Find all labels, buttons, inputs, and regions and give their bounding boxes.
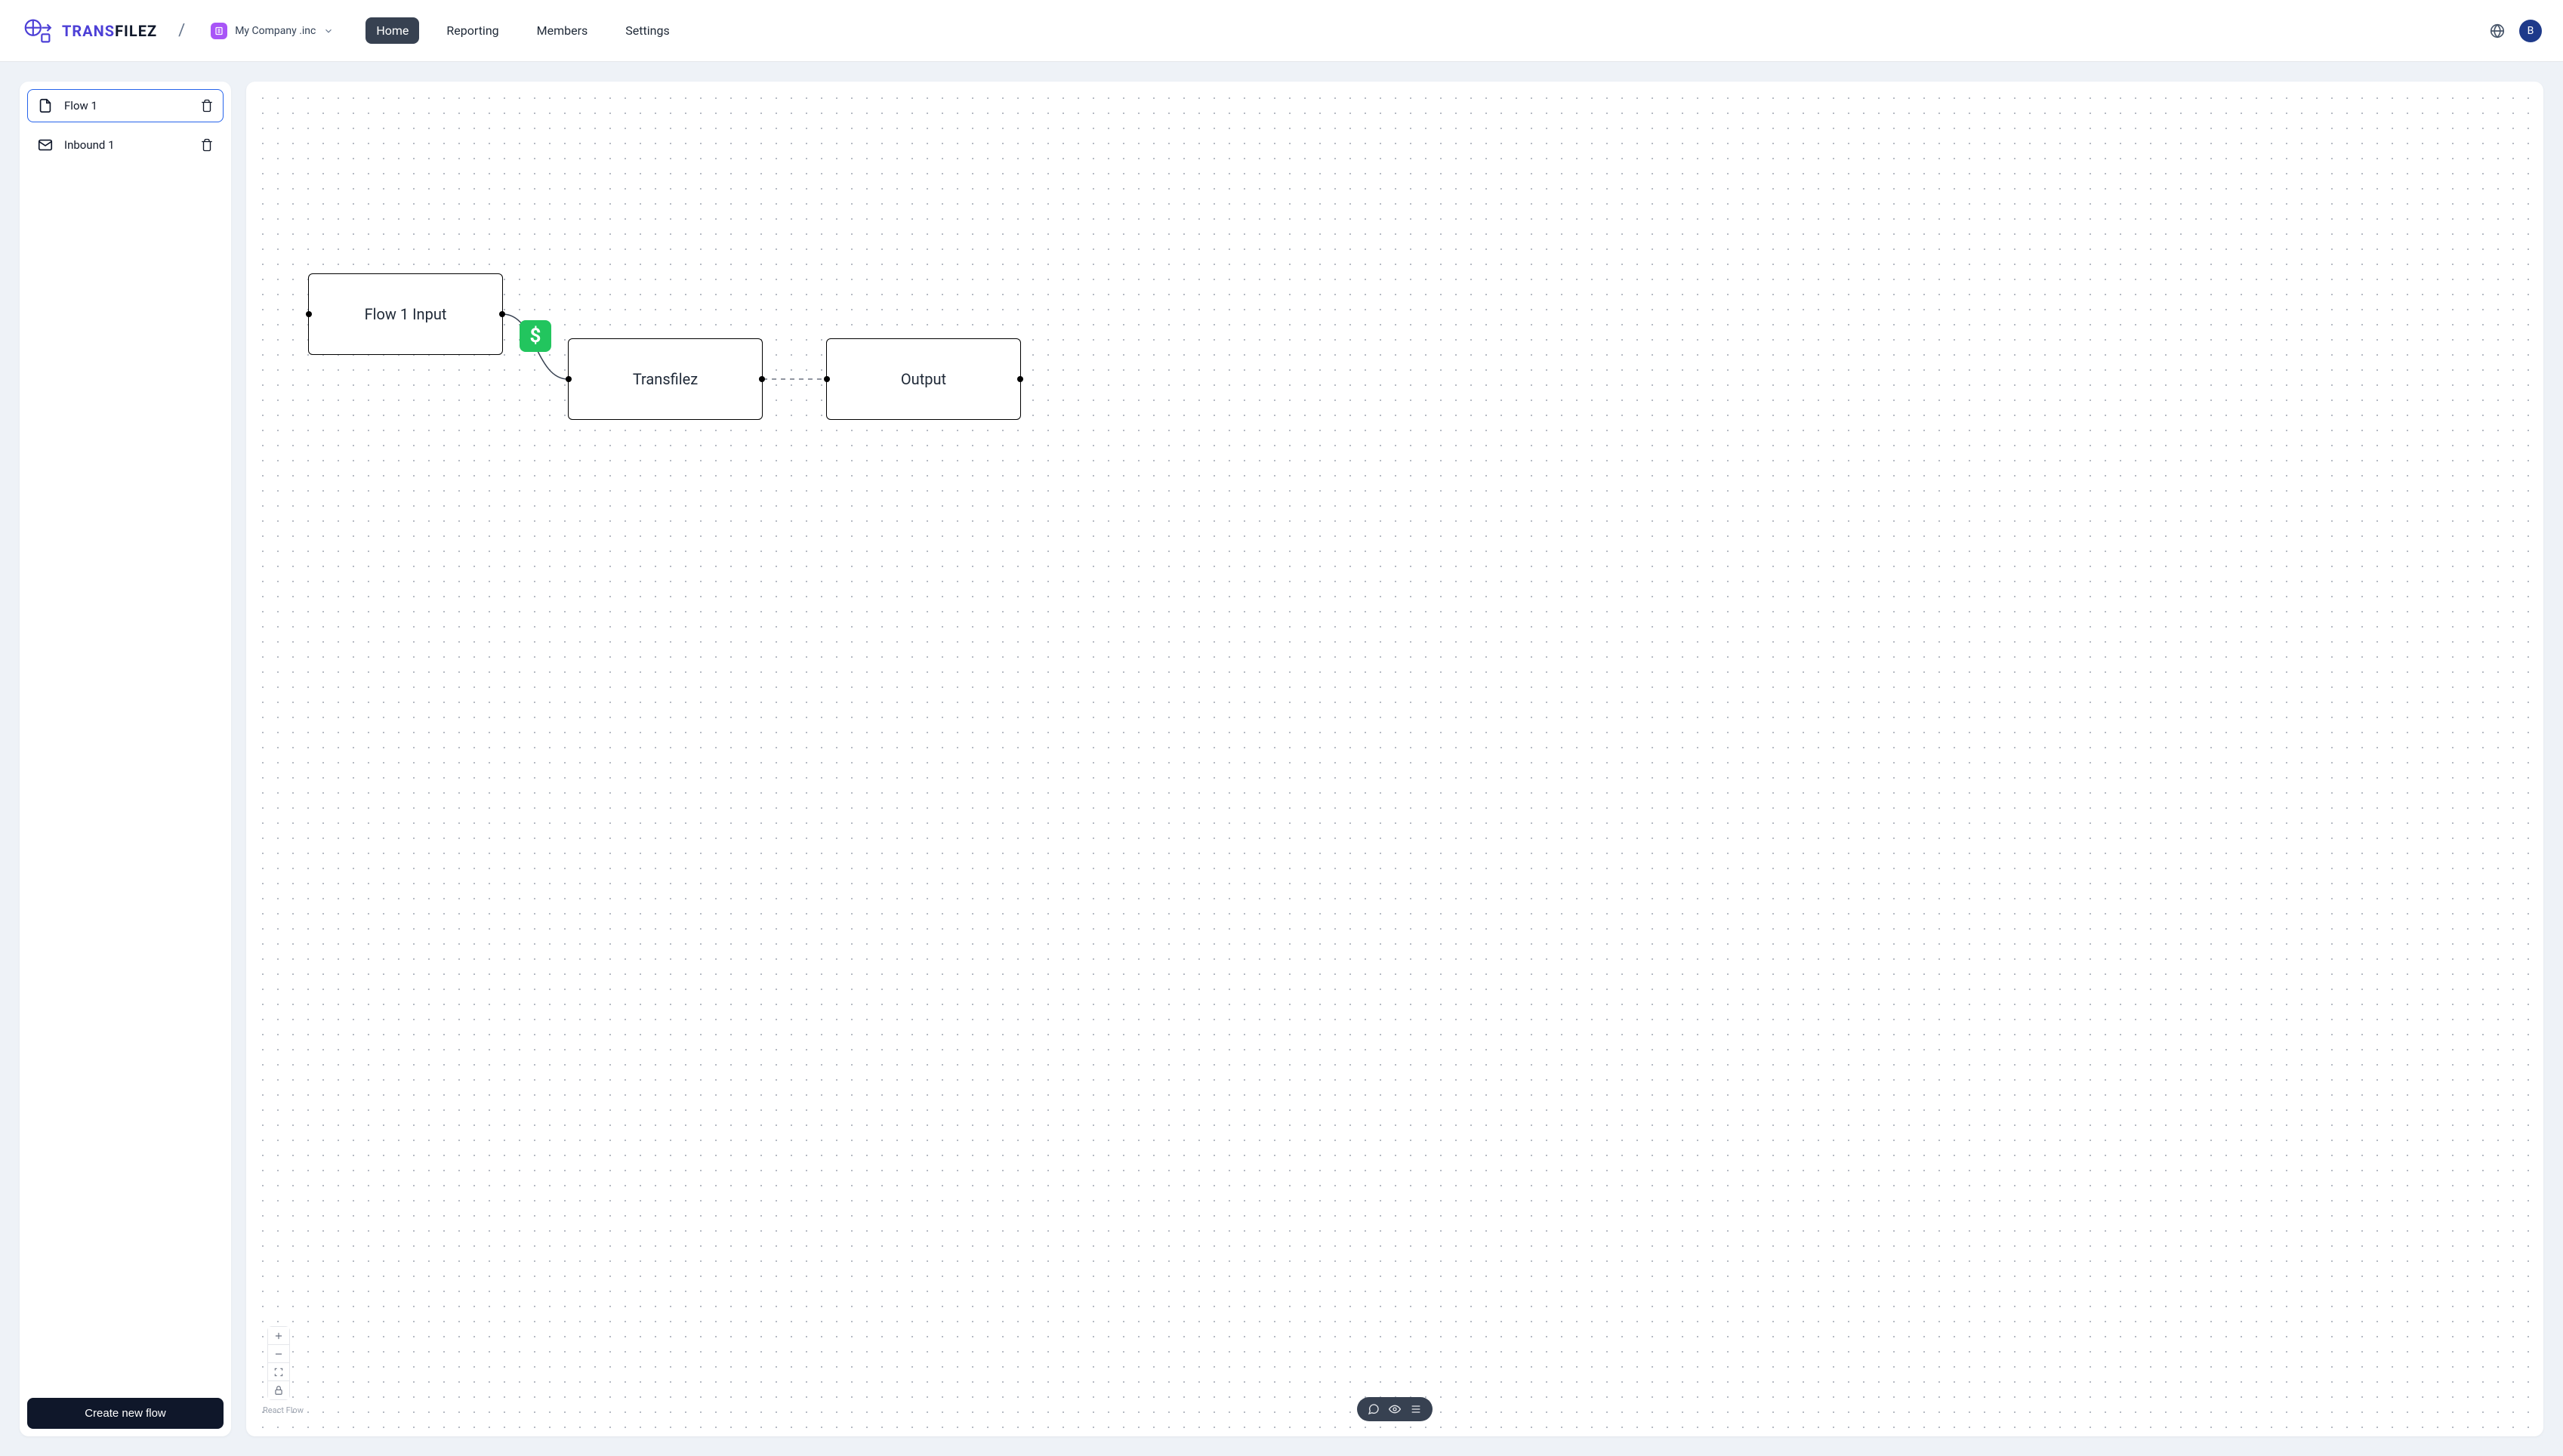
sidebar-item-label: Flow 1: [64, 99, 190, 113]
flow-canvas[interactable]: React Flow Flow 1 Input Transfilez Output: [251, 86, 2539, 1432]
sidebar-spacer: [27, 162, 224, 1398]
logo-icon: [21, 14, 56, 48]
sidebar-item-inbound-1[interactable]: Inbound 1: [27, 128, 224, 162]
handle-left[interactable]: [824, 376, 830, 382]
bottom-toolbar: [1357, 1397, 1433, 1421]
header-left: TRANSFILEZ / My Company .inc Home Report…: [21, 14, 680, 48]
sidebar: Flow 1 Inbound 1: [20, 82, 231, 1436]
comment-icon[interactable]: [1368, 1403, 1380, 1415]
handle-right[interactable]: [1017, 376, 1023, 382]
app-header: TRANSFILEZ / My Company .inc Home Report…: [0, 0, 2563, 62]
company-selector[interactable]: My Company .inc: [203, 18, 341, 44]
attribution-text: React Flow: [263, 1405, 304, 1415]
handle-left[interactable]: [306, 311, 312, 317]
breadcrumb-separator: /: [178, 21, 185, 40]
nav-home[interactable]: Home: [365, 17, 419, 44]
lock-button[interactable]: [268, 1381, 289, 1399]
fit-view-button[interactable]: [268, 1363, 289, 1381]
trash-icon[interactable]: [200, 138, 214, 152]
globe-icon[interactable]: [2489, 23, 2506, 39]
handle-right[interactable]: [759, 376, 765, 382]
flow-node-n3[interactable]: Output: [826, 338, 1021, 420]
sidebar-item-label: Inbound 1: [64, 138, 190, 152]
zoom-out-button[interactable]: [268, 1345, 289, 1363]
sidebar-item-flow-1[interactable]: Flow 1: [27, 89, 224, 122]
company-icon: [211, 23, 227, 39]
company-name: My Company .inc: [235, 25, 316, 37]
flow-list: Flow 1 Inbound 1: [27, 89, 224, 162]
handle-left[interactable]: [566, 376, 572, 382]
zoom-controls: [267, 1326, 290, 1400]
main-area: Flow 1 Inbound 1: [0, 62, 2563, 1456]
menu-icon[interactable]: [1410, 1403, 1422, 1415]
flow-node-n2[interactable]: Transfilez: [568, 338, 763, 420]
nav-reporting[interactable]: Reporting: [436, 17, 509, 44]
trash-icon[interactable]: [200, 99, 214, 113]
nav-members[interactable]: Members: [526, 17, 599, 44]
header-right: B: [2489, 20, 2542, 42]
logo-text: TRANSFILEZ: [62, 22, 157, 40]
nav-settings[interactable]: Settings: [615, 17, 680, 44]
handle-right[interactable]: [499, 311, 505, 317]
chevron-down-icon: [323, 26, 334, 36]
logo[interactable]: TRANSFILEZ: [21, 14, 157, 48]
dollar-badge[interactable]: [520, 320, 551, 352]
edge-layer: [251, 86, 2539, 1432]
eye-icon[interactable]: [1389, 1403, 1401, 1415]
avatar[interactable]: B: [2519, 20, 2542, 42]
flow-node-n1[interactable]: Flow 1 Input: [308, 273, 503, 355]
zoom-in-button[interactable]: [268, 1327, 289, 1345]
file-icon: [37, 97, 54, 114]
main-nav: Home Reporting Members Settings: [365, 17, 680, 44]
canvas-wrap: React Flow Flow 1 Input Transfilez Output: [246, 82, 2543, 1436]
app-root: TRANSFILEZ / My Company .inc Home Report…: [0, 0, 2563, 1456]
create-flow-button[interactable]: Create new flow: [27, 1398, 224, 1429]
mail-icon: [37, 137, 54, 153]
